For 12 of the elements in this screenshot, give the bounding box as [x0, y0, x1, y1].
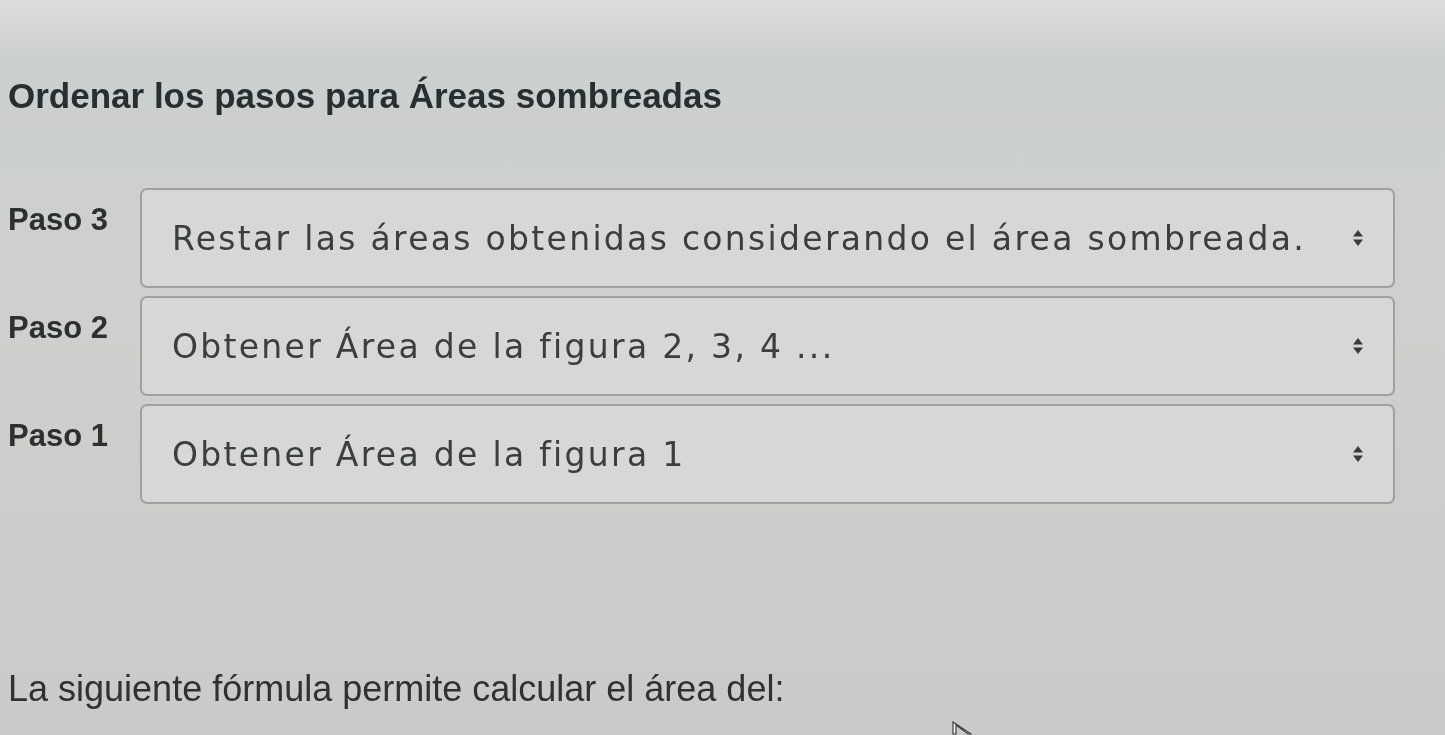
up-down-caret-icon: [1353, 338, 1363, 354]
question-text: La siguiente fórmula permite calcular el área del:: [8, 668, 786, 710]
up-down-caret-icon: [1353, 230, 1363, 246]
step-dropdown[interactable]: Obtener Área de la figura 1: [140, 404, 1395, 504]
step-dropdown[interactable]: Restar las áreas obtenidas considerando el área sombreada.: [140, 188, 1395, 288]
step-label: Paso 3: [8, 201, 109, 238]
up-down-caret-icon: [1353, 446, 1363, 462]
question-title: Ordenar los pasos para Áreas sombreadas: [8, 75, 723, 116]
step-label: Paso 2: [8, 309, 109, 346]
step-dropdown[interactable]: Obtener Área de la figura 2, 3, 4 ...: [140, 296, 1395, 396]
mouse-pointer-icon: [952, 721, 972, 735]
step-label: Paso 1: [8, 417, 109, 454]
